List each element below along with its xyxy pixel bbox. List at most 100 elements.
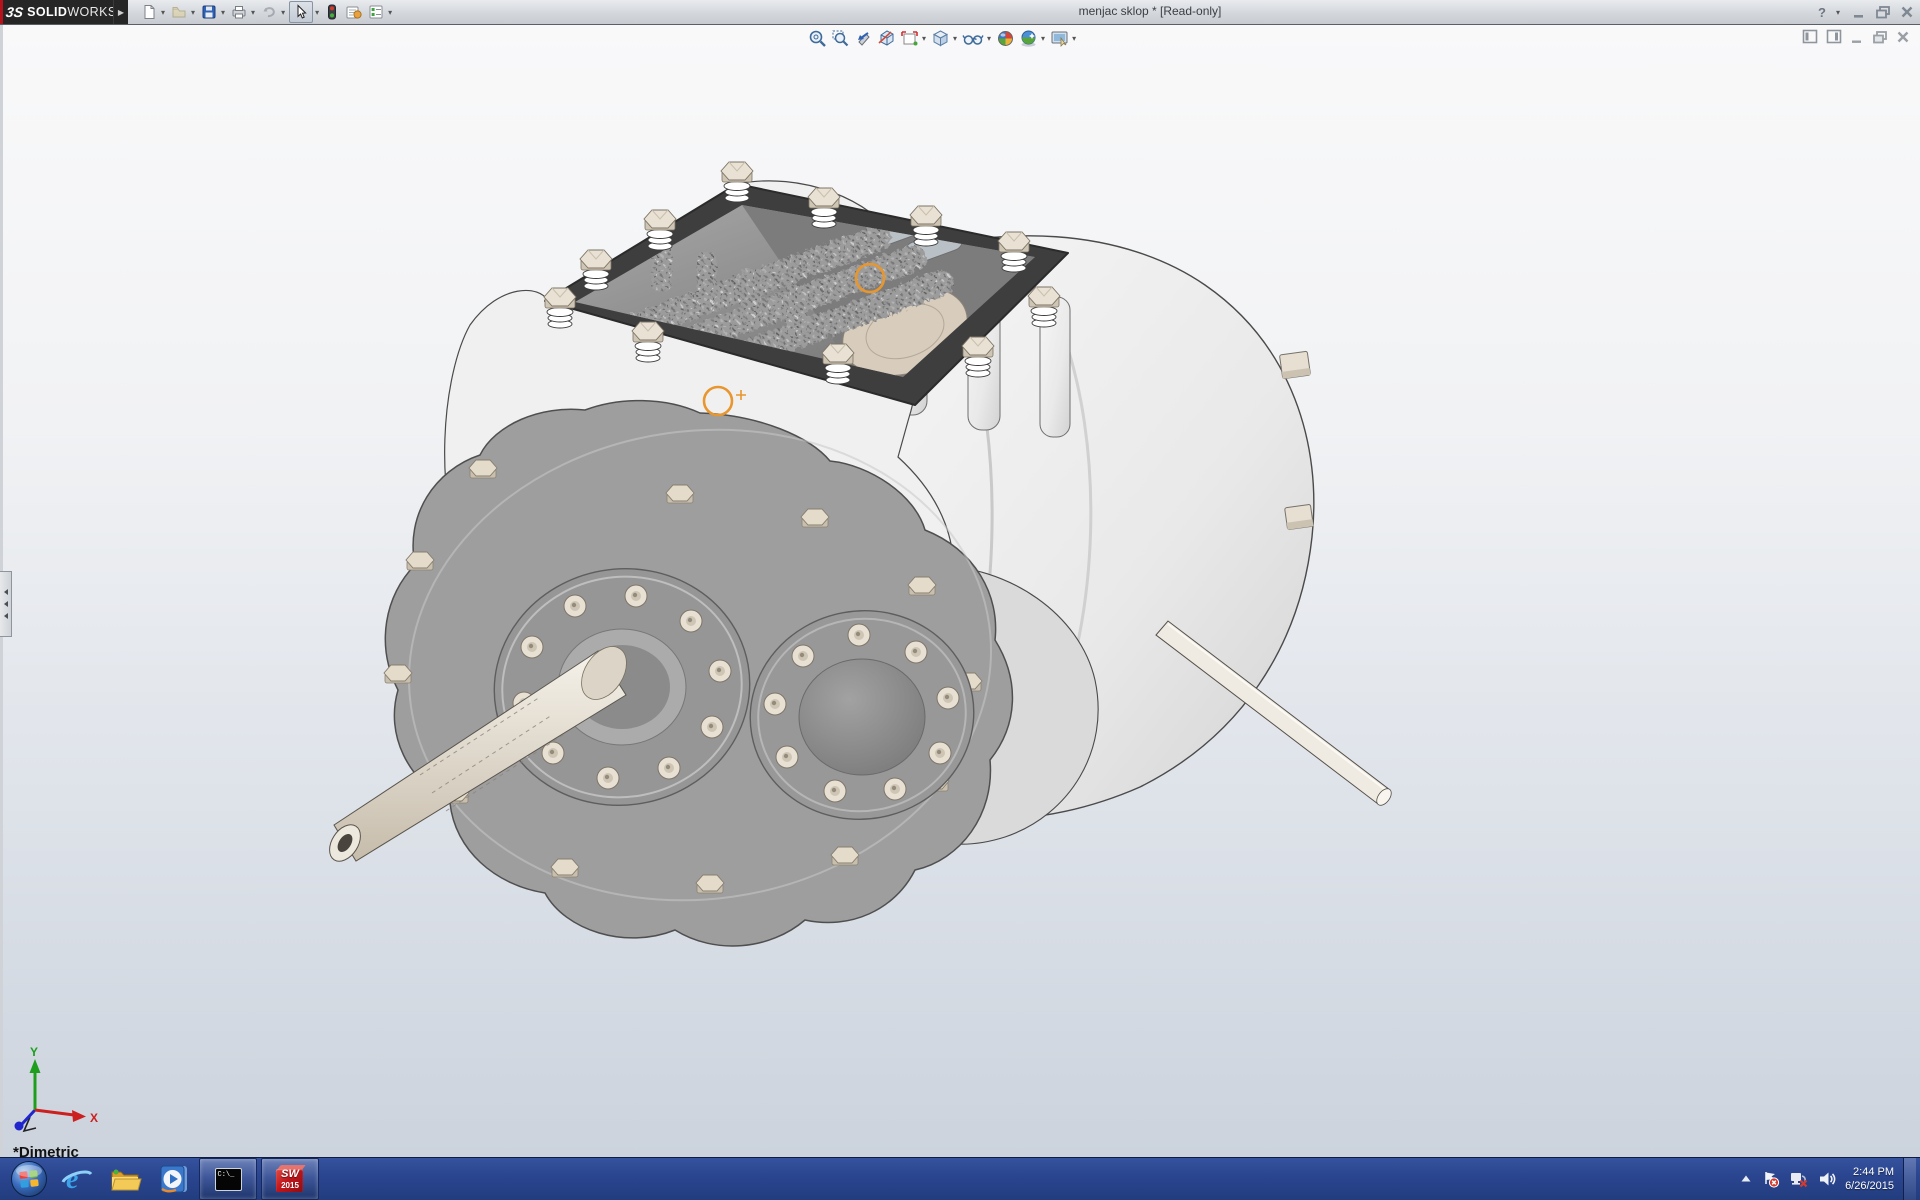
undo-dropdown-caret[interactable]: ▾	[281, 8, 285, 17]
standard-toolbar: ▾ ▾ ▾ ▾ ▾ ▾ ▾	[138, 0, 395, 24]
undo-button[interactable]	[259, 2, 279, 22]
doc-close-button[interactable]	[1896, 30, 1910, 44]
graphics-viewport[interactable]: Y X ▾ ▾ ▾	[0, 24, 1920, 1157]
view-settings-caret[interactable]: ▾	[1072, 34, 1076, 43]
action-center-flag-icon[interactable]	[1762, 1170, 1780, 1188]
hex-bolt[interactable]	[632, 322, 664, 362]
hex-bolt[interactable]	[910, 206, 942, 246]
hex-bolt[interactable]	[406, 552, 434, 570]
menu-expand-arrow-icon[interactable]: ▶	[113, 0, 128, 24]
taskbar-internet-explorer[interactable]: e	[55, 1159, 99, 1199]
close-button[interactable]	[1900, 5, 1914, 19]
hex-bolt[interactable]	[696, 875, 724, 893]
new-dropdown-caret[interactable]: ▾	[161, 8, 165, 17]
select-tool-button[interactable]	[289, 1, 313, 23]
hex-bolt[interactable]	[580, 250, 612, 290]
hex-bolt[interactable]	[544, 288, 576, 328]
housing-stud[interactable]	[1279, 351, 1310, 379]
hex-bolt[interactable]	[998, 232, 1030, 272]
view-orientation-caret[interactable]: ▾	[922, 34, 926, 43]
window-controls: ? ▾	[1818, 0, 1914, 24]
zoom-to-area-icon	[831, 29, 850, 48]
hex-bolt[interactable]	[801, 509, 829, 527]
new-document-button[interactable]	[139, 2, 159, 22]
hex-bolt[interactable]	[644, 210, 676, 250]
brand-name-bold: SOLID	[27, 5, 67, 19]
rebuild-button[interactable]	[323, 2, 341, 22]
select-cursor-icon	[292, 4, 310, 20]
open-button[interactable]	[169, 2, 189, 22]
collapse-arrow-icon	[4, 601, 8, 607]
taskbar-file-explorer[interactable]	[103, 1159, 147, 1199]
gearbox-3d-model[interactable]: Y X	[0, 25, 1920, 1157]
file-properties-icon	[345, 4, 362, 20]
hex-bolt[interactable]	[822, 344, 854, 384]
display-style-caret[interactable]: ▾	[953, 34, 957, 43]
display-style-button[interactable]	[930, 28, 951, 49]
housing-stud[interactable]	[1285, 504, 1314, 529]
hex-bolt[interactable]	[831, 847, 859, 865]
select-dropdown-caret[interactable]: ▾	[315, 8, 319, 17]
apply-scene-button[interactable]	[1018, 28, 1039, 49]
save-dropdown-caret[interactable]: ▾	[221, 8, 225, 17]
options-button[interactable]	[366, 2, 386, 22]
collapse-arrow-icon	[4, 613, 8, 619]
help-button[interactable]: ?	[1818, 5, 1826, 20]
zoom-to-fit-icon	[808, 29, 827, 48]
display-style-icon	[931, 29, 950, 48]
taskbar-command-prompt[interactable]: C:\_	[199, 1158, 257, 1200]
previous-view-button[interactable]	[853, 28, 874, 49]
hex-bolt[interactable]	[384, 665, 412, 683]
clock-date: 6/26/2015	[1845, 1179, 1894, 1193]
network-status-icon[interactable]	[1789, 1170, 1809, 1188]
undo-icon	[261, 4, 277, 20]
hex-bolt[interactable]	[721, 162, 753, 202]
taskbar-solidworks-2015[interactable]: SW 2015	[261, 1158, 319, 1200]
doc-restore-button[interactable]	[1872, 30, 1888, 44]
section-view-button[interactable]	[876, 28, 897, 49]
doc-minimize-button[interactable]	[1850, 30, 1864, 44]
hide-show-items-caret[interactable]: ▾	[987, 34, 991, 43]
hex-bolt[interactable]	[666, 485, 694, 503]
hex-bolt[interactable]	[1028, 287, 1060, 327]
taskbar-clock[interactable]: 2:44 PM 6/26/2015	[1845, 1165, 1894, 1193]
hide-show-items-icon	[962, 29, 984, 48]
help-dropdown-caret[interactable]: ▾	[1836, 8, 1840, 17]
save-button[interactable]	[199, 2, 219, 22]
split-pane-right-icon[interactable]	[1826, 29, 1842, 44]
taskbar-media-player[interactable]	[151, 1159, 195, 1199]
options-dropdown-caret[interactable]: ▾	[388, 8, 392, 17]
apply-scene-caret[interactable]: ▾	[1041, 34, 1045, 43]
minimize-button[interactable]	[1852, 5, 1866, 19]
view-orientation-button[interactable]	[899, 28, 920, 49]
open-dropdown-caret[interactable]: ▾	[191, 8, 195, 17]
sw-icon-year: 2015	[275, 1181, 305, 1190]
print-dropdown-caret[interactable]: ▾	[251, 8, 255, 17]
file-properties-button[interactable]	[343, 2, 364, 22]
print-button[interactable]	[229, 2, 249, 22]
show-desktop-button[interactable]	[1903, 1158, 1916, 1200]
volume-icon[interactable]	[1818, 1170, 1836, 1188]
headsup-view-toolbar: ▾ ▾ ▾ ▾ ▾	[806, 27, 1079, 49]
open-folder-icon	[171, 4, 187, 20]
previous-view-icon	[854, 29, 873, 48]
restore-button[interactable]	[1875, 5, 1891, 19]
hex-bolt[interactable]	[469, 460, 497, 478]
hide-show-items-button[interactable]	[961, 28, 985, 49]
zoom-to-area-button[interactable]	[830, 28, 851, 49]
hex-bolt[interactable]	[962, 337, 994, 377]
brand-name-light: WORKS	[67, 5, 116, 19]
hex-bolt[interactable]	[808, 188, 840, 228]
edit-appearance-button[interactable]	[995, 28, 1016, 49]
view-settings-button[interactable]	[1049, 28, 1070, 49]
zoom-to-fit-button[interactable]	[807, 28, 828, 49]
svg-text:e: e	[66, 1164, 78, 1195]
show-hidden-icons-button[interactable]	[1739, 1172, 1753, 1186]
split-pane-left-icon[interactable]	[1802, 29, 1818, 44]
hex-bolt[interactable]	[908, 577, 936, 595]
section-view-icon	[877, 29, 896, 48]
start-button[interactable]	[7, 1159, 51, 1199]
hex-bolt[interactable]	[551, 859, 579, 877]
document-title: menjac sklop * [Read-only]	[1079, 4, 1222, 18]
collapsed-featuremanager-tab[interactable]	[0, 571, 12, 637]
